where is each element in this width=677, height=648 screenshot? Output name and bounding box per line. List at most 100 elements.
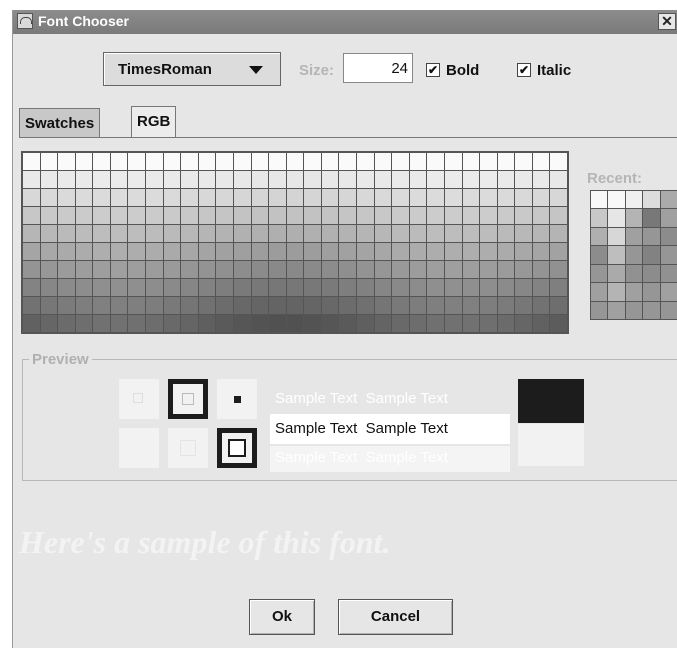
color-swatch[interactable] [392, 297, 409, 314]
color-swatch[interactable] [93, 171, 110, 188]
color-swatch[interactable] [216, 243, 233, 260]
color-swatch[interactable] [40, 243, 58, 260]
color-swatch[interactable] [515, 315, 532, 332]
color-swatch[interactable] [339, 153, 357, 170]
color-swatch[interactable] [462, 261, 480, 278]
color-swatch[interactable] [357, 171, 374, 188]
color-swatch[interactable] [392, 279, 409, 296]
color-swatch[interactable] [198, 207, 216, 224]
color-swatch[interactable] [233, 207, 251, 224]
color-swatch[interactable] [23, 261, 40, 278]
color-swatch[interactable] [163, 207, 181, 224]
color-swatch[interactable] [58, 189, 75, 206]
color-swatch[interactable] [251, 171, 269, 188]
color-swatch[interactable] [163, 297, 181, 314]
color-swatch[interactable] [480, 279, 497, 296]
color-swatch[interactable] [286, 279, 304, 296]
color-swatch[interactable] [497, 171, 515, 188]
color-swatch[interactable] [128, 171, 146, 188]
color-swatch[interactable] [110, 189, 128, 206]
color-swatch[interactable] [75, 153, 93, 170]
color-swatch[interactable] [233, 243, 251, 260]
color-swatch[interactable] [515, 207, 532, 224]
recent-color-swatch[interactable] [643, 209, 660, 227]
color-swatch[interactable] [427, 315, 444, 332]
color-swatch[interactable] [357, 225, 374, 242]
color-swatch[interactable] [181, 243, 198, 260]
color-swatch[interactable] [146, 243, 163, 260]
color-swatch[interactable] [110, 225, 128, 242]
color-swatch[interactable] [339, 207, 357, 224]
color-swatch[interactable] [23, 153, 40, 170]
color-swatch[interactable] [409, 279, 427, 296]
color-swatch[interactable] [163, 315, 181, 332]
color-swatch[interactable] [110, 261, 128, 278]
color-swatch[interactable] [392, 171, 409, 188]
color-swatch[interactable] [304, 261, 321, 278]
color-swatch[interactable] [374, 315, 392, 332]
color-swatch[interactable] [444, 207, 462, 224]
color-swatch[interactable] [462, 279, 480, 296]
color-swatch[interactable] [181, 189, 198, 206]
color-swatch[interactable] [251, 189, 269, 206]
color-swatch-grid[interactable] [21, 151, 569, 334]
color-swatch[interactable] [462, 315, 480, 332]
color-swatch[interactable] [444, 279, 462, 296]
recent-color-swatch[interactable] [591, 191, 608, 209]
color-swatch[interactable] [233, 225, 251, 242]
color-swatch[interactable] [427, 189, 444, 206]
color-swatch[interactable] [480, 171, 497, 188]
color-swatch[interactable] [75, 171, 93, 188]
color-swatch[interactable] [321, 279, 339, 296]
color-swatch[interactable] [304, 171, 321, 188]
color-swatch[interactable] [269, 279, 286, 296]
color-swatch[interactable] [216, 297, 233, 314]
color-swatch[interactable] [497, 279, 515, 296]
color-swatch[interactable] [550, 297, 567, 314]
color-swatch[interactable] [146, 279, 163, 296]
color-swatch[interactable] [392, 225, 409, 242]
recent-color-swatch[interactable] [643, 227, 660, 246]
recent-color-swatch[interactable] [591, 246, 608, 264]
color-swatch[interactable] [181, 225, 198, 242]
color-swatch[interactable] [444, 261, 462, 278]
color-swatch[interactable] [58, 225, 75, 242]
color-swatch[interactable] [409, 261, 427, 278]
color-swatch[interactable] [480, 243, 497, 260]
font-family-dropdown[interactable]: TimesRoman [103, 52, 281, 86]
color-swatch[interactable] [321, 207, 339, 224]
recent-color-swatch[interactable] [591, 283, 608, 301]
color-swatch[interactable] [93, 153, 110, 170]
color-swatch[interactable] [532, 207, 550, 224]
color-swatch[interactable] [304, 243, 321, 260]
color-swatch[interactable] [497, 297, 515, 314]
color-swatch[interactable] [515, 243, 532, 260]
color-swatch[interactable] [321, 189, 339, 206]
color-swatch[interactable] [58, 153, 75, 170]
color-swatch[interactable] [216, 315, 233, 332]
color-swatch[interactable] [93, 207, 110, 224]
color-swatch[interactable] [374, 243, 392, 260]
color-swatch[interactable] [163, 243, 181, 260]
color-swatch[interactable] [93, 297, 110, 314]
color-swatch[interactable] [304, 207, 321, 224]
color-swatch[interactable] [23, 207, 40, 224]
color-swatch[interactable] [444, 153, 462, 170]
color-swatch[interactable] [321, 297, 339, 314]
color-swatch[interactable] [357, 279, 374, 296]
color-swatch[interactable] [339, 189, 357, 206]
color-swatch[interactable] [444, 225, 462, 242]
close-icon[interactable]: ✕ [658, 13, 676, 30]
color-swatch[interactable] [427, 153, 444, 170]
color-swatch[interactable] [374, 297, 392, 314]
color-swatch[interactable] [444, 297, 462, 314]
color-swatch[interactable] [532, 261, 550, 278]
color-swatch[interactable] [515, 153, 532, 170]
recent-color-swatch[interactable] [608, 301, 625, 319]
color-swatch[interactable] [550, 189, 567, 206]
color-swatch[interactable] [339, 243, 357, 260]
color-swatch[interactable] [110, 153, 128, 170]
color-swatch[interactable] [58, 243, 75, 260]
tab-rgb[interactable]: RGB [131, 106, 177, 138]
color-swatch[interactable] [462, 243, 480, 260]
